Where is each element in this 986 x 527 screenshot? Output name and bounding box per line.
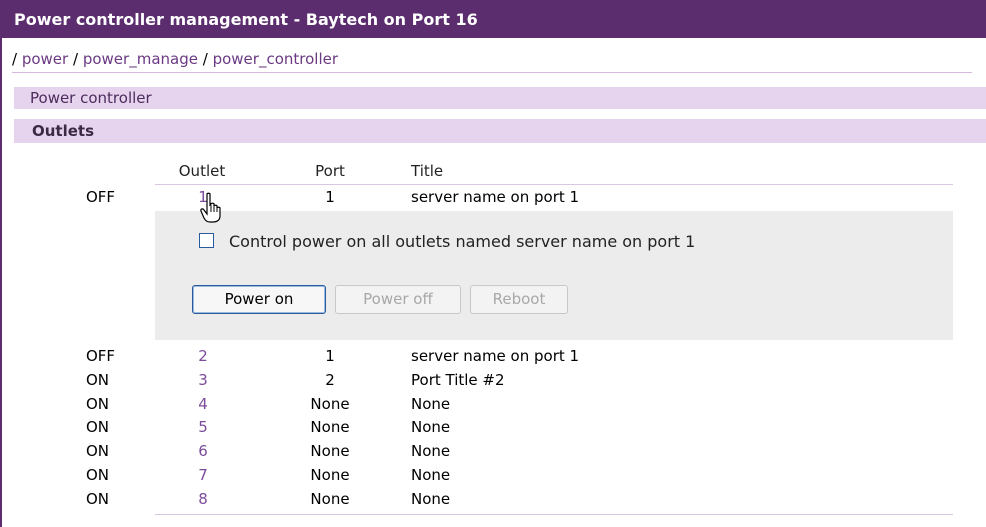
header-title: Title bbox=[411, 162, 444, 180]
power-off-button[interactable]: Power off bbox=[335, 285, 461, 314]
breadcrumb-separator: / bbox=[73, 50, 79, 68]
breadcrumb-separator: / bbox=[12, 50, 18, 68]
outlet-status: ON bbox=[86, 371, 110, 389]
outlet-title: server name on port 1 bbox=[411, 347, 580, 365]
outlet-title: None bbox=[411, 466, 451, 484]
outlet-port: 1 bbox=[325, 188, 335, 206]
hand-cursor-icon bbox=[200, 192, 221, 223]
outlet-link[interactable]: 7 bbox=[198, 466, 208, 484]
outlet-title: None bbox=[411, 490, 451, 508]
outlet-status: OFF bbox=[86, 347, 116, 365]
power-on-button[interactable]: Power on bbox=[192, 285, 326, 314]
breadcrumb-link-power[interactable]: power bbox=[22, 50, 68, 68]
breadcrumb-link-power-manage[interactable]: power_manage bbox=[83, 50, 198, 68]
control-all-outlets-checkbox[interactable] bbox=[199, 233, 214, 248]
outlet-link[interactable]: 8 bbox=[198, 490, 208, 508]
breadcrumb-separator: / bbox=[202, 50, 208, 68]
outlet-status: OFF bbox=[86, 188, 116, 206]
outlet-port: 1 bbox=[325, 347, 335, 365]
header-divider bbox=[155, 184, 953, 185]
outlet-status: ON bbox=[86, 442, 110, 460]
outlet-title: server name on port 1 bbox=[411, 188, 580, 206]
outlet-title: Port Title #2 bbox=[411, 371, 505, 389]
window-title: Power controller management - Baytech on… bbox=[0, 0, 986, 38]
outlet-link[interactable]: 6 bbox=[198, 442, 208, 460]
outlet-port: None bbox=[310, 418, 350, 436]
outlet-status: ON bbox=[86, 395, 110, 413]
section-outlets: Outlets bbox=[14, 119, 986, 143]
outlet-title: None bbox=[411, 418, 451, 436]
outlet-status: ON bbox=[86, 490, 110, 508]
outlet-port: 2 bbox=[325, 371, 335, 389]
outlet-link[interactable]: 4 bbox=[198, 395, 208, 413]
reboot-button[interactable]: Reboot bbox=[470, 285, 568, 314]
breadcrumb-link-power-controller[interactable]: power_controller bbox=[213, 50, 338, 68]
outlet-status: ON bbox=[86, 466, 110, 484]
outlet-link[interactable]: 2 bbox=[198, 347, 208, 365]
outlet-link[interactable]: 5 bbox=[198, 418, 208, 436]
control-all-outlets-label[interactable]: Control power on all outlets named serve… bbox=[229, 232, 695, 251]
header-port: Port bbox=[315, 162, 345, 180]
breadcrumb-divider bbox=[12, 72, 972, 73]
table-bottom-divider bbox=[155, 514, 953, 515]
outlet-port: None bbox=[310, 490, 350, 508]
outlet-control-panel bbox=[155, 211, 953, 340]
outlet-title: None bbox=[411, 395, 451, 413]
section-power-controller: Power controller bbox=[14, 87, 986, 109]
outlet-title: None bbox=[411, 442, 451, 460]
outlet-port: None bbox=[310, 395, 350, 413]
outlet-status: ON bbox=[86, 418, 110, 436]
outlet-port: None bbox=[310, 442, 350, 460]
header-outlet: Outlet bbox=[178, 162, 226, 180]
outlet-link[interactable]: 3 bbox=[198, 371, 208, 389]
outlet-port: None bbox=[310, 466, 350, 484]
breadcrumb: / power / power_manage / power_controlle… bbox=[12, 50, 338, 68]
